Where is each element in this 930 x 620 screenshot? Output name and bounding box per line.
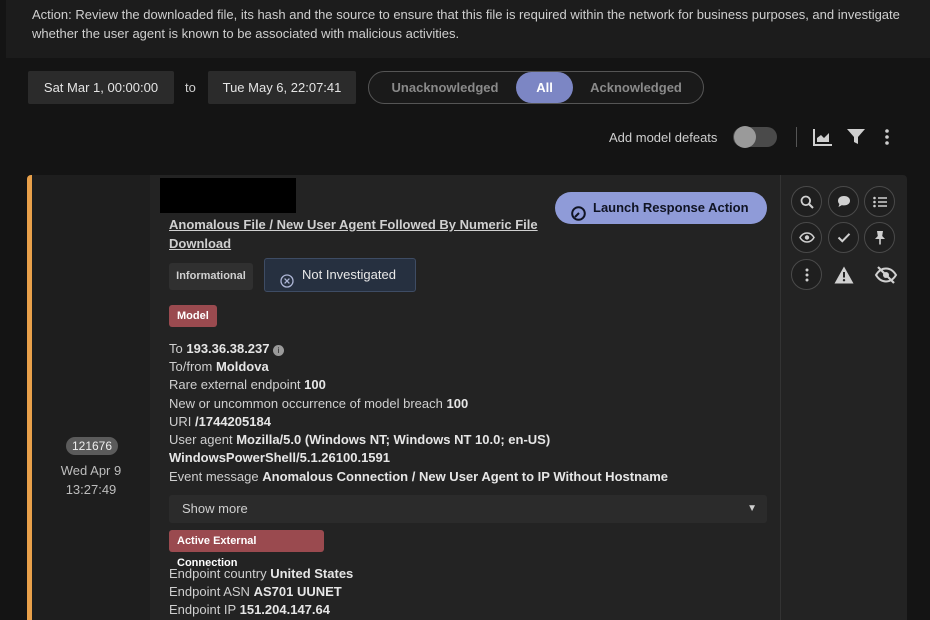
- detail-uncommon-occurrence: New or uncommon occurrence of model brea…: [169, 396, 469, 411]
- model-tag: Model: [169, 305, 217, 327]
- detail-to: To 193.36.38.237 i: [169, 341, 285, 356]
- more-vertical-icon[interactable]: [791, 259, 822, 290]
- show-more-label: Show more: [182, 501, 248, 516]
- severity-badge: Informational: [169, 263, 253, 290]
- detail-user-agent-cont: WindowsPowerShell/5.1.26100.1591: [169, 450, 390, 465]
- redacted-device-name: [160, 178, 296, 213]
- detail-user-agent: User agent Mozilla/5.0 (Windows NT; Wind…: [169, 432, 551, 447]
- card-actions-divider: [780, 175, 781, 620]
- show-more-toggle[interactable]: Show more ▼: [169, 495, 767, 523]
- info-icon[interactable]: i: [273, 345, 285, 356]
- toggle-knob: [734, 126, 756, 148]
- detail-uri: URI /1744205184: [169, 414, 271, 429]
- launch-response-action-button[interactable]: Launch Response Action: [555, 192, 767, 224]
- detail-endpoint-country: Endpoint country United States: [169, 566, 354, 581]
- breach-time: 13:27:49: [65, 482, 117, 497]
- warning-icon[interactable]: [828, 259, 859, 290]
- action-text: Action: Review the downloaded file, its …: [32, 7, 900, 41]
- date-from-input[interactable]: Sat Mar 1, 00:00:00: [28, 71, 174, 104]
- card-meta-column: 121676 Wed Apr 9 13:27:49: [32, 175, 150, 620]
- detail-rare-endpoint: Rare external endpoint 100: [169, 377, 326, 392]
- add-model-defeats-label: Add model defeats: [609, 130, 718, 145]
- more-vertical-icon[interactable]: [876, 126, 898, 148]
- filter-icon[interactable]: [845, 126, 867, 148]
- circle-x-icon: [280, 268, 294, 300]
- eye-icon[interactable]: [791, 222, 822, 253]
- launch-response-action-label: Launch Response Action: [593, 200, 749, 215]
- detail-endpoint-asn: Endpoint ASN AS701 UUNET: [169, 584, 342, 599]
- tab-acknowledged[interactable]: Acknowledged: [575, 72, 697, 103]
- tab-all[interactable]: All: [516, 72, 573, 103]
- date-to-input[interactable]: Tue May 6, 22:07:41: [208, 71, 356, 104]
- breach-date: Wed Apr 9: [60, 463, 122, 478]
- comment-icon[interactable]: [828, 186, 859, 217]
- detail-event-message: Event message Anomalous Connection / New…: [169, 469, 669, 484]
- add-model-defeats-toggle[interactable]: [733, 126, 777, 148]
- hide-icon[interactable]: [870, 259, 901, 290]
- pin-icon[interactable]: [864, 222, 895, 253]
- tab-unacknowledged[interactable]: Unacknowledged: [373, 72, 517, 103]
- model-breach-card[interactable]: 121676 Wed Apr 9 13:27:49 Anomalous File…: [27, 175, 907, 620]
- chart-icon[interactable]: [811, 126, 833, 148]
- active-external-connection-tag: Active External Connection: [169, 530, 324, 569]
- response-icon: [571, 201, 586, 233]
- investigation-status-label: Not Investigated: [302, 267, 396, 282]
- breach-id-badge: 121676: [66, 437, 118, 455]
- detail-endpoint-ip: Endpoint IP 151.204.147.64: [169, 602, 330, 617]
- search-icon[interactable]: [791, 186, 822, 217]
- breach-title-link[interactable]: Anomalous File / New User Agent Followed…: [169, 215, 549, 253]
- acknowledgement-filter: Unacknowledged All Acknowledged: [368, 71, 704, 104]
- detail-to-from: To/from Moldova: [169, 359, 269, 374]
- investigation-status-button[interactable]: Not Investigated: [264, 258, 416, 292]
- check-icon[interactable]: [828, 222, 859, 253]
- toolbar-divider: [796, 127, 797, 147]
- action-panel: Action: Review the downloaded file, its …: [6, 0, 930, 58]
- chevron-down-icon: ▼: [747, 503, 757, 514]
- date-to-label: to: [185, 80, 196, 95]
- list-icon[interactable]: [864, 186, 895, 217]
